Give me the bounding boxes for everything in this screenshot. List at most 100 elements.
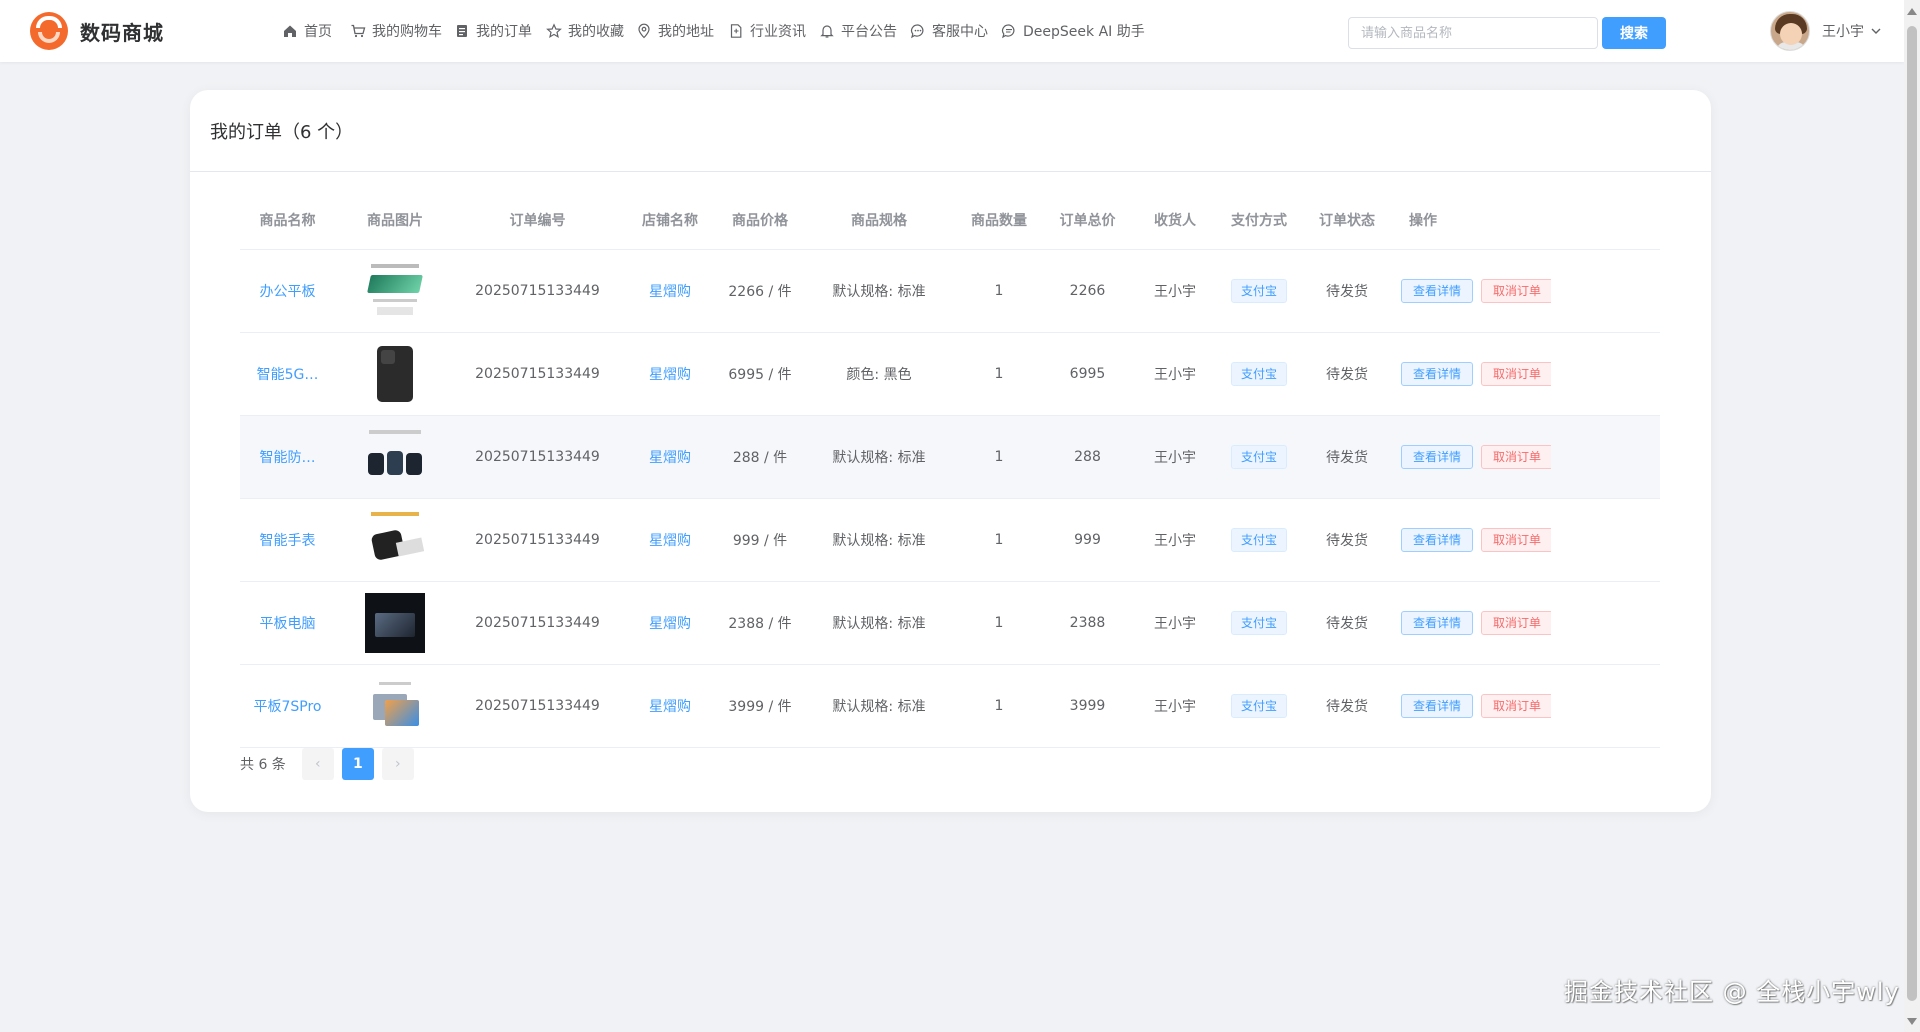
actions-cell: 查看详情 取消订单 — [1391, 362, 1551, 386]
avatar[interactable] — [1770, 11, 1810, 51]
cancel-order-button[interactable]: 取消订单 — [1481, 611, 1551, 635]
logo[interactable]: 数码商城 — [30, 12, 164, 50]
scroll-down-icon[interactable] — [1907, 1018, 1917, 1025]
user-menu[interactable]: 王小宇 — [1770, 11, 1882, 51]
shop-name-link[interactable]: 星熠购 — [620, 696, 720, 716]
search-input[interactable] — [1348, 17, 1598, 49]
nav-item-label: 我的订单 — [476, 24, 532, 40]
payment-method-cell: 支付宝 — [1215, 445, 1303, 469]
product-price: 2266 / 件 — [728, 284, 792, 300]
top-navbar: 数码商城 首页 我的购物车 我的订单 我的收藏 我的地址 行业资讯 平台公告 客服中心 Deep… — [0, 0, 1904, 62]
nav-item-label: 我的购物车 — [372, 24, 442, 40]
shop-name-link[interactable]: 星熠购 — [620, 364, 720, 384]
order-total: 999 — [1074, 532, 1101, 548]
product-name-link[interactable]: 平板电脑 — [240, 613, 335, 633]
table-row[interactable]: 办公平板 20250715133449 星熠购 2266 / 件 默认规格: 标准 1 22… — [240, 250, 1660, 333]
ai-chat-icon — [1001, 23, 1017, 39]
order-total: 3999 — [1069, 698, 1106, 714]
actions-cell: 查看详情 取消订单 — [1391, 528, 1551, 552]
receiver-name: 王小宇 — [1154, 284, 1196, 300]
bell-icon — [819, 23, 835, 39]
order-total: 288 — [1074, 449, 1101, 465]
order-number: 20250715133449 — [475, 532, 600, 548]
nav-item-7[interactable]: 客服中心 — [910, 0, 988, 62]
order-status: 待发货 — [1326, 616, 1368, 632]
nav-item-1[interactable]: 我的购物车 — [350, 0, 442, 62]
cancel-order-button[interactable]: 取消订单 — [1481, 445, 1551, 469]
receiver-name: 王小宇 — [1154, 616, 1196, 632]
view-details-button[interactable]: 查看详情 — [1401, 611, 1474, 635]
page-button-current[interactable]: 1 — [341, 748, 374, 780]
order-icon — [454, 23, 470, 39]
receiver-name: 王小宇 — [1154, 699, 1196, 715]
product-name-link[interactable]: 平板7SPro — [240, 696, 335, 716]
cancel-order-button[interactable]: 取消订单 — [1481, 362, 1551, 386]
payment-method-cell: 支付宝 — [1215, 362, 1303, 386]
shop-name-link[interactable]: 星熠购 — [620, 447, 720, 467]
cancel-order-button[interactable]: 取消订单 — [1481, 279, 1551, 303]
nav-item-5[interactable]: 行业资讯 — [728, 0, 806, 62]
payment-method-tag: 支付宝 — [1230, 528, 1287, 552]
order-status: 待发货 — [1326, 367, 1368, 383]
nav-item-8[interactable]: DeepSeek AI 助手 — [1001, 0, 1145, 62]
product-name-link[interactable]: 智能防… — [240, 447, 335, 467]
payment-method-cell: 支付宝 — [1215, 528, 1303, 552]
nav-item-label: 平台公告 — [841, 24, 897, 40]
order-status: 待发货 — [1326, 533, 1368, 549]
shop-name-link[interactable]: 星熠购 — [620, 281, 720, 301]
nav-item-4[interactable]: 我的地址 — [636, 0, 714, 62]
column-header: 收货人 — [1154, 212, 1196, 229]
product-name-link[interactable]: 智能5G… — [240, 364, 335, 384]
table-row[interactable]: 智能防… 20250715133449 星熠购 288 / 件 默认规格: 标准 1 288… — [240, 416, 1660, 499]
page-scrollbar[interactable] — [1904, 0, 1920, 1032]
column-header: 订单状态 — [1319, 212, 1375, 229]
order-total: 6995 — [1069, 366, 1106, 382]
view-details-button[interactable]: 查看详情 — [1401, 528, 1474, 552]
view-details-button[interactable]: 查看详情 — [1401, 279, 1474, 303]
payment-method-tag: 支付宝 — [1230, 694, 1287, 718]
logo-icon — [30, 12, 68, 50]
orders-table: 商品名称 商品图片 订单编号 店铺名称 商品价格 商品规格 商品数量 订单总价 收货人 支付方式 订… — [240, 190, 1660, 748]
app-name: 数码商城 — [80, 20, 164, 45]
product-name-link[interactable]: 智能手表 — [240, 530, 335, 550]
search-button[interactable]: 搜索 — [1602, 17, 1666, 49]
receiver-name: 王小宇 — [1154, 533, 1196, 549]
chat-icon — [910, 23, 926, 39]
nav-item-label: 行业资讯 — [750, 24, 806, 40]
scroll-thumb[interactable] — [1907, 26, 1917, 1001]
page-title: 我的订单（6 个） — [210, 121, 354, 143]
column-header: 支付方式 — [1231, 212, 1287, 229]
nav-item-2[interactable]: 我的订单 — [454, 0, 532, 62]
shop-name-link[interactable]: 星熠购 — [620, 613, 720, 633]
product-image[interactable] — [365, 593, 425, 653]
table-row[interactable]: 平板电脑 20250715133449 星熠购 2388 / 件 默认规格: 标准 1 23… — [240, 582, 1660, 665]
nav-item-0[interactable]: 首页 — [282, 0, 332, 62]
product-image[interactable] — [365, 261, 425, 321]
nav-item-label: 客服中心 — [932, 24, 988, 40]
product-name-link[interactable]: 办公平板 — [240, 281, 335, 301]
table-row[interactable]: 智能5G… 20250715133449 星熠购 6995 / 件 颜色: 黑色 1 699… — [240, 333, 1660, 416]
product-image-cell — [335, 261, 455, 321]
view-details-button[interactable]: 查看详情 — [1401, 362, 1474, 386]
scroll-up-icon[interactable] — [1907, 8, 1917, 15]
product-image[interactable] — [365, 510, 425, 570]
document-icon — [728, 23, 744, 39]
nav-item-6[interactable]: 平台公告 — [819, 0, 897, 62]
nav-item-label: 首页 — [304, 24, 332, 40]
view-details-button[interactable]: 查看详情 — [1401, 694, 1474, 718]
product-image[interactable] — [365, 344, 425, 404]
nav-item-3[interactable]: 我的收藏 — [546, 0, 624, 62]
product-image[interactable] — [365, 427, 425, 487]
cancel-order-button[interactable]: 取消订单 — [1481, 528, 1551, 552]
orders-card: 我的订单（6 个） 商品名称 商品图片 订单编号 店铺名称 商品价格 商品规格 商品数量 订单… — [190, 90, 1711, 812]
view-details-button[interactable]: 查看详情 — [1401, 445, 1474, 469]
table-row[interactable]: 智能手表 20250715133449 星熠购 999 / 件 默认规格: 标准 1 999… — [240, 499, 1660, 582]
shop-name-link[interactable]: 星熠购 — [620, 530, 720, 550]
cancel-order-button[interactable]: 取消订单 — [1481, 694, 1551, 718]
column-header: 商品价格 — [732, 212, 788, 229]
product-image[interactable] — [365, 676, 425, 736]
next-page-button[interactable]: › — [381, 748, 414, 780]
table-row[interactable]: 平板7SPro 20250715133449 星熠购 3999 / 件 默认规格: 标准… — [240, 665, 1660, 748]
product-image-cell — [335, 676, 455, 736]
prev-page-button[interactable]: ‹ — [301, 748, 334, 780]
